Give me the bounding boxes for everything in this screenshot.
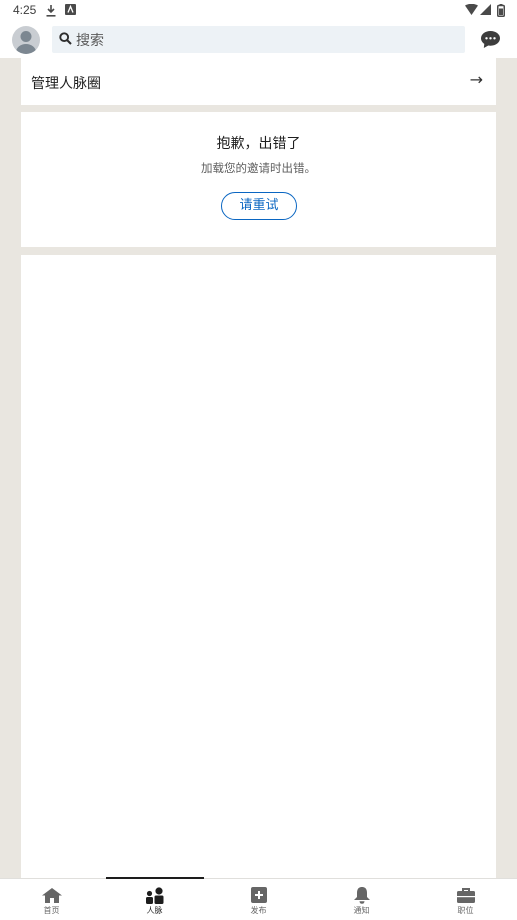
nav-label-jobs: 职位: [457, 906, 474, 915]
app-notification-icon: [65, 4, 76, 15]
network-icon: [146, 887, 164, 904]
nav-label-notifications: 通知: [353, 906, 370, 915]
bell-icon: [354, 887, 370, 904]
nav-item-home[interactable]: 首页: [0, 879, 103, 920]
search-bar[interactable]: 搜索: [52, 26, 465, 53]
avatar[interactable]: [12, 26, 40, 54]
briefcase-icon: [457, 888, 475, 903]
manage-network-row[interactable]: 管理人脉圈 →: [21, 58, 496, 105]
nav-label-home: 首页: [43, 906, 60, 915]
nav-item-notifications[interactable]: 通知: [310, 879, 413, 920]
battery-icon: [497, 4, 505, 17]
search-placeholder: 搜索: [76, 33, 104, 49]
error-description: 加载您的邀请时出错。: [201, 161, 316, 175]
cellular-signal-icon: [480, 4, 491, 15]
nav-item-jobs[interactable]: 职位: [414, 879, 517, 920]
wifi-icon: [465, 4, 478, 15]
status-bar: 4:25: [0, 0, 517, 22]
suggestions-panel: [21, 255, 496, 878]
post-icon: [251, 887, 267, 903]
home-icon: [42, 888, 62, 903]
nav-item-post[interactable]: 发布: [207, 879, 310, 920]
profile-avatar-icon: [16, 31, 36, 54]
top-bar: 搜索: [0, 22, 517, 58]
search-icon: [59, 32, 72, 45]
status-time: 4:25: [13, 3, 37, 17]
arrow-right-icon: →: [469, 70, 483, 89]
error-card: 抱歉，出错了 加载您的邀请时出错。 请重试: [21, 112, 496, 247]
messaging-icon[interactable]: [480, 30, 501, 49]
error-title: 抱歉，出错了: [216, 136, 301, 152]
retry-button[interactable]: 请重试: [221, 192, 297, 220]
manage-network-label: 管理人脉圈: [31, 76, 101, 92]
nav-label-network: 人脉: [146, 906, 163, 915]
nav-item-network[interactable]: 人脉: [103, 879, 206, 920]
nav-label-post: 发布: [250, 906, 267, 915]
bottom-nav: 首页 人脉 发布 通知 职位: [0, 877, 517, 920]
download-icon: [46, 5, 56, 17]
